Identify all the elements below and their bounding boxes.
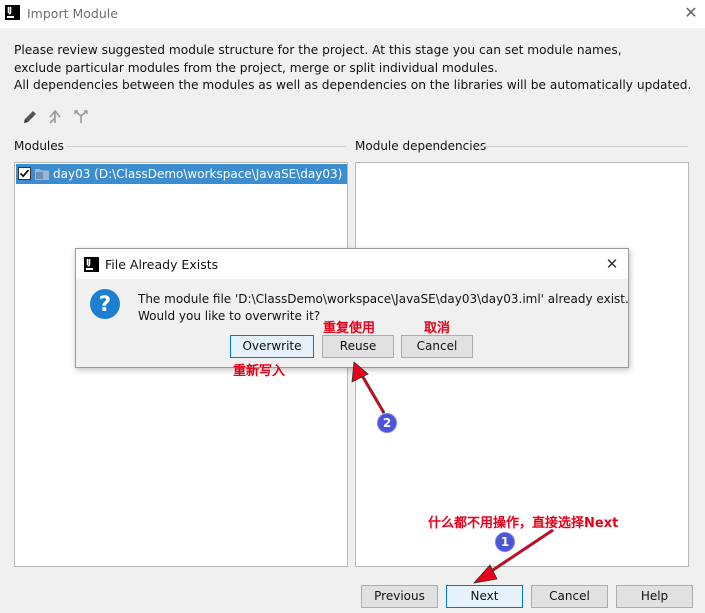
step-badge-1: 1: [495, 532, 515, 552]
annotation-arrows: [351, 361, 554, 584]
arrow-to-reuse: [351, 361, 386, 414]
step-badge-2: 2: [377, 413, 397, 433]
